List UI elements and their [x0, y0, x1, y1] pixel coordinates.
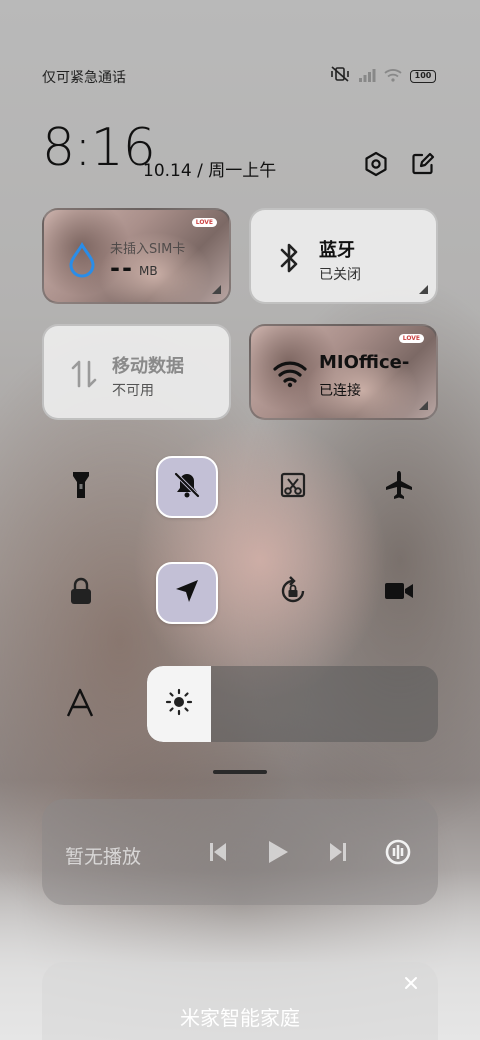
- location-toggle[interactable]: [156, 562, 218, 624]
- smart-home-title: 米家智能家庭: [180, 1006, 300, 1030]
- signal-icon: [358, 67, 376, 86]
- clock-time: 8:16: [42, 118, 156, 178]
- lock-icon: [68, 576, 94, 610]
- data-usage-value: --: [110, 254, 134, 282]
- clock-date: 10.14 / 周一上午: [143, 161, 277, 181]
- mobile-data-tile[interactable]: 移动数据 不可用: [42, 324, 231, 420]
- water-drop-icon: [66, 241, 98, 282]
- play-icon[interactable]: [262, 835, 294, 869]
- screenshot-toggle[interactable]: [262, 456, 324, 518]
- bluetooth-title: 蓝牙: [319, 240, 355, 261]
- video-camera-icon: [383, 580, 415, 606]
- wifi-status-icon: [384, 67, 402, 86]
- screen-record-toggle[interactable]: [368, 562, 430, 624]
- love-sticker: LOVE: [398, 334, 424, 343]
- rotation-lock-icon: [277, 575, 309, 611]
- wifi-icon: [273, 360, 307, 392]
- mute-toggle[interactable]: [156, 456, 218, 518]
- smart-home-card[interactable]: 米家智能家庭: [42, 962, 438, 1040]
- battery-indicator: 100: [410, 69, 436, 83]
- tile-expand-corner: [419, 401, 428, 410]
- wifi-tile[interactable]: LOVE MIOffice- 已连接: [249, 324, 438, 420]
- wifi-status: 已连接: [319, 383, 361, 399]
- airplane-toggle[interactable]: [368, 456, 430, 518]
- previous-track-icon[interactable]: [202, 835, 234, 869]
- mobile-data-title: 移动数据: [112, 356, 184, 377]
- media-player-card[interactable]: 暂无播放: [42, 799, 438, 905]
- sun-icon: [165, 688, 193, 720]
- location-icon: [173, 577, 201, 609]
- lock-screen-toggle[interactable]: [50, 562, 112, 624]
- media-status: 暂无播放: [65, 846, 142, 868]
- flashlight-icon: [71, 470, 91, 504]
- bluetooth-icon: [275, 241, 303, 279]
- status-icons: 100: [330, 66, 436, 86]
- bluetooth-status: 已关闭: [319, 267, 361, 283]
- letter-a-icon: [64, 688, 96, 722]
- close-icon[interactable]: [400, 972, 422, 994]
- brightness-fill: [147, 666, 211, 742]
- brightness-slider[interactable]: [147, 666, 438, 742]
- data-usage-unit: MB: [139, 264, 158, 278]
- rotation-lock-toggle[interactable]: [262, 562, 324, 624]
- data-arrows-icon: [70, 358, 98, 394]
- airplane-icon: [383, 469, 415, 505]
- mobile-data-status: 不可用: [112, 383, 154, 399]
- audio-output-icon[interactable]: [382, 835, 414, 869]
- mute-bell-icon: [172, 470, 202, 504]
- wifi-network-name: MIOffice-: [319, 352, 410, 373]
- love-sticker: LOVE: [191, 218, 217, 227]
- drag-handle[interactable]: [213, 770, 267, 774]
- tile-expand-corner: [212, 285, 221, 294]
- flashlight-toggle[interactable]: [50, 456, 112, 518]
- screenshot-icon: [279, 471, 307, 503]
- sim-data-tile[interactable]: LOVE 未插入SIM卡 -- MB: [42, 208, 231, 304]
- vibrate-off-icon: [330, 66, 350, 86]
- tile-expand-corner: [419, 285, 428, 294]
- bluetooth-tile[interactable]: 蓝牙 已关闭: [249, 208, 438, 304]
- settings-icon[interactable]: [361, 149, 391, 179]
- auto-brightness-button[interactable]: [64, 688, 96, 722]
- carrier-status: 仅可紧急通话: [42, 70, 126, 86]
- next-track-icon[interactable]: [322, 835, 354, 869]
- edit-icon[interactable]: [408, 149, 438, 179]
